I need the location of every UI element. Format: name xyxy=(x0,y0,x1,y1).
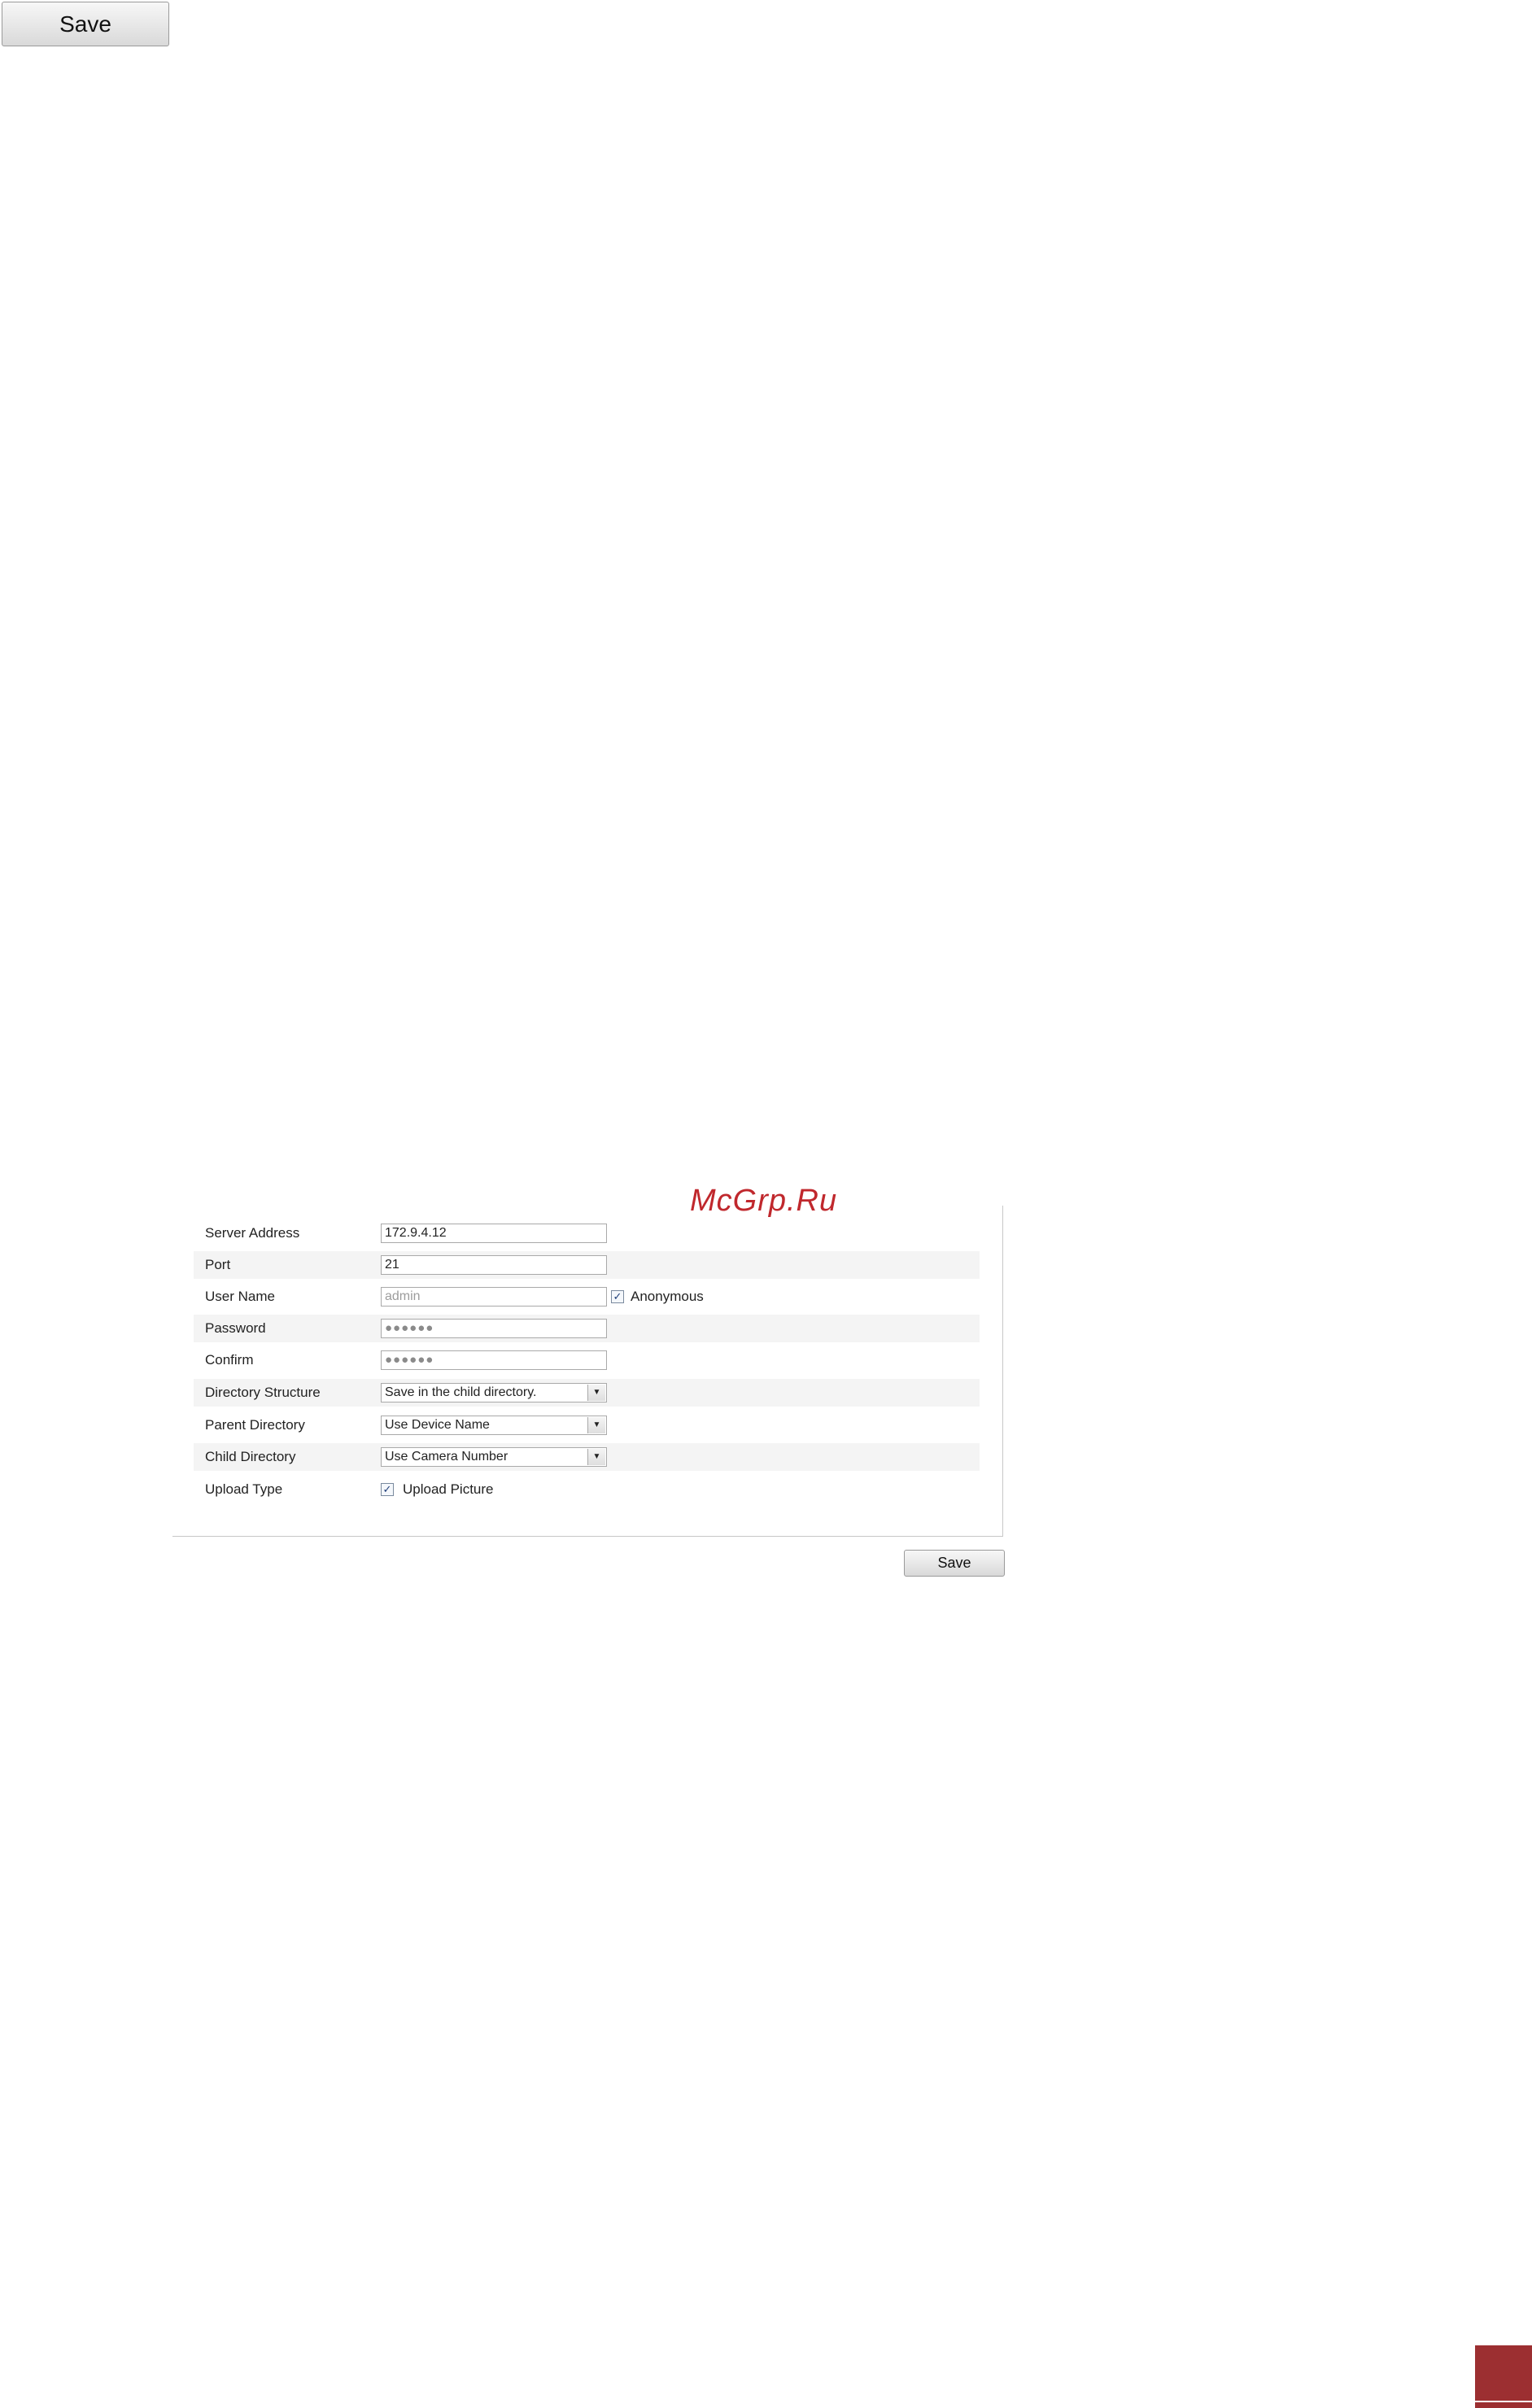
save-button-top[interactable]: Save xyxy=(2,2,169,46)
chevron-down-icon[interactable]: ▼ xyxy=(587,1449,605,1465)
child-directory-value: Use Camera Number xyxy=(385,1450,508,1464)
chevron-down-icon[interactable]: ▼ xyxy=(587,1385,605,1401)
page: Save McGrp.Ru Server Address 172.9.4.12 … xyxy=(0,0,1532,2408)
row-directory-structure: Directory Structure Save in the child di… xyxy=(194,1379,980,1407)
directory-structure-value: Save in the child directory. xyxy=(385,1385,537,1399)
upload-picture-label: Upload Picture xyxy=(403,1481,494,1497)
child-directory-label: Child Directory xyxy=(205,1449,296,1464)
panel-border-right xyxy=(1002,1206,1003,1537)
anonymous-checkbox[interactable]: ✓ xyxy=(611,1290,624,1303)
password-input[interactable]: ●●●●●● xyxy=(381,1319,607,1338)
row-upload-type: Upload Type ✓ Upload Picture xyxy=(194,1476,980,1503)
confirm-password-input[interactable]: ●●●●●● xyxy=(381,1350,607,1370)
port-label: Port xyxy=(205,1257,231,1272)
directory-structure-label: Directory Structure xyxy=(205,1385,321,1400)
confirm-label: Confirm xyxy=(205,1352,254,1368)
server-address-label: Server Address xyxy=(205,1225,300,1241)
parent-directory-select[interactable]: Use Device Name ▼ xyxy=(381,1416,607,1435)
directory-structure-select[interactable]: Save in the child directory. ▼ xyxy=(381,1383,607,1402)
watermark-text: McGrp.Ru xyxy=(690,1184,838,1218)
server-address-input[interactable]: 172.9.4.12 xyxy=(381,1224,607,1243)
row-parent-directory: Parent Directory Use Device Name ▼ xyxy=(194,1411,980,1439)
chevron-down-icon[interactable]: ▼ xyxy=(587,1417,605,1433)
user-name-label: User Name xyxy=(205,1289,275,1304)
upload-type-label: Upload Type xyxy=(205,1481,283,1497)
row-confirm: Confirm ●●●●●● xyxy=(194,1346,980,1374)
check-icon: ✓ xyxy=(382,1483,392,1495)
row-user-name: User Name admin ✓ Anonymous xyxy=(194,1283,980,1311)
upload-picture-checkbox[interactable]: ✓ xyxy=(381,1483,394,1496)
port-input[interactable]: 21 xyxy=(381,1255,607,1275)
row-server-address: Server Address 172.9.4.12 xyxy=(194,1219,980,1247)
password-label: Password xyxy=(205,1320,266,1336)
parent-directory-value: Use Device Name xyxy=(385,1418,490,1432)
row-child-directory: Child Directory Use Camera Number ▼ xyxy=(194,1443,980,1471)
panel-border-bottom xyxy=(172,1536,1003,1537)
parent-directory-label: Parent Directory xyxy=(205,1417,305,1433)
save-button[interactable]: Save xyxy=(904,1550,1005,1577)
page-corner-tab xyxy=(1475,2345,1532,2408)
anonymous-label: Anonymous xyxy=(631,1289,704,1304)
child-directory-select[interactable]: Use Camera Number ▼ xyxy=(381,1447,607,1467)
user-name-input[interactable]: admin xyxy=(381,1287,607,1307)
corner-divider xyxy=(1475,2401,1532,2402)
check-icon: ✓ xyxy=(613,1290,622,1302)
row-password: Password ●●●●●● xyxy=(194,1315,980,1342)
row-port: Port 21 xyxy=(194,1251,980,1279)
